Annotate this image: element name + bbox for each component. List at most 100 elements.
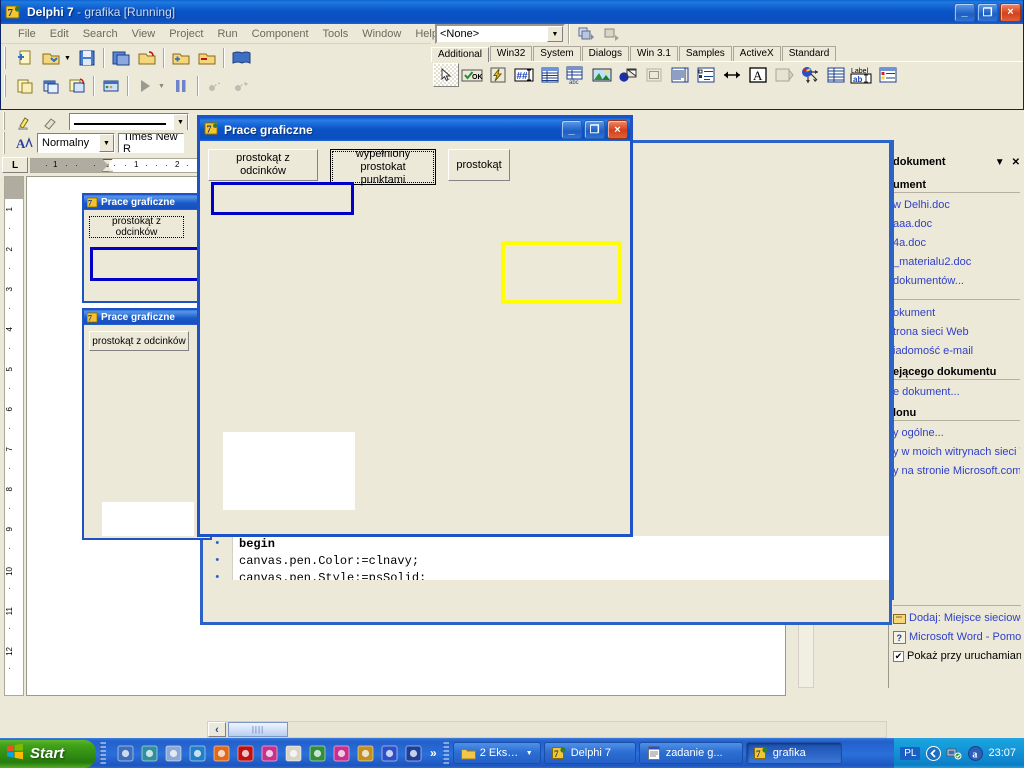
menu-item-project[interactable]: Project: [162, 26, 210, 42]
ie-shortcut-icon[interactable]: [115, 743, 135, 763]
task-pane-bottom-item[interactable]: ? Microsoft Word - Pomoc: [893, 628, 1021, 647]
task-pane-existing-link[interactable]: e dokument...: [893, 383, 1020, 402]
books-icon[interactable]: [307, 743, 327, 763]
task-pane-new-link[interactable]: okument: [893, 304, 1020, 323]
step-icon[interactable]: [229, 75, 253, 98]
internet-explorer-icon[interactable]: [187, 743, 207, 763]
main-window-titlebar[interactable]: 7 Prace graficzne _ ❐ ×: [200, 118, 630, 141]
menu-item-component[interactable]: Component: [245, 26, 316, 42]
floppy-icon[interactable]: [283, 743, 303, 763]
removefile-icon[interactable]: [195, 47, 219, 70]
labelededit-icon[interactable]: Label ab: [849, 63, 875, 87]
colorbox-icon[interactable]: [875, 63, 901, 87]
task-pane-new-link[interactable]: iadomość e-mail: [893, 342, 1020, 361]
image-icon[interactable]: [589, 63, 615, 87]
palette-tab-dialogs[interactable]: Dialogs: [581, 46, 629, 61]
media-player-icon[interactable]: [379, 743, 399, 763]
task-pane-template-link[interactable]: y na stronie Microsoft.com: [893, 462, 1020, 481]
bevel-icon[interactable]: [641, 63, 667, 87]
trace-icon[interactable]: [203, 75, 227, 98]
controlbar-icon[interactable]: [771, 63, 797, 87]
winzip-icon[interactable]: [355, 743, 375, 763]
palette-tab-samples[interactable]: Samples: [678, 46, 732, 61]
pointer-icon[interactable]: [433, 62, 459, 87]
prace-graficzne-window-2[interactable]: 7 Prace graficzne prostokąt z odcinków: [82, 308, 212, 540]
chevron-down-icon[interactable]: ▼: [526, 750, 533, 757]
toolbar-grip[interactable]: [3, 132, 8, 154]
task-pane-bottom-item[interactable]: Dodaj: Miejsce sieciowe...: [893, 609, 1021, 628]
styles-and-formatting-icon[interactable]: A: [12, 132, 36, 155]
task-pane-recent-file-link[interactable]: _materialu2.doc: [893, 253, 1020, 272]
minimize-button[interactable]: _: [954, 2, 975, 22]
scroll-left-icon[interactable]: ‹: [208, 722, 226, 737]
menu-item-view[interactable]: View: [125, 26, 163, 42]
menu-item-file[interactable]: File: [11, 26, 43, 42]
toolbar-grip[interactable]: [4, 47, 9, 69]
style-combo[interactable]: Normalny ▼: [37, 133, 115, 153]
chevron-down-icon[interactable]: ▼: [173, 113, 188, 132]
tab-stop-selector[interactable]: L: [2, 157, 28, 173]
window-titlebar[interactable]: 7 Prace graficzne: [84, 195, 210, 210]
menu-item-run[interactable]: Run: [210, 26, 244, 42]
splitter-icon[interactable]: [719, 63, 745, 87]
order-icon[interactable]: [600, 23, 624, 46]
language-indicator[interactable]: PL: [900, 746, 921, 760]
checkbox-icon[interactable]: ✔: [893, 651, 904, 662]
palette-tab-activex[interactable]: ActiveX: [732, 46, 781, 61]
task-pane-template-link[interactable]: y w moich witrynach sieci W: [893, 443, 1020, 462]
chevron-down-icon[interactable]: ▼: [995, 157, 1005, 168]
winamp-icon[interactable]: [259, 743, 279, 763]
addfile-icon[interactable]: [169, 47, 193, 70]
prace-graficzne-window-1[interactable]: 7 Prace graficzne prostokąt z odcinków: [82, 193, 212, 303]
scrollbar-thumb[interactable]: ||||: [228, 722, 288, 737]
openproject-icon[interactable]: [135, 47, 159, 70]
menu-item-window[interactable]: Window: [355, 26, 408, 42]
task-pane-template-link[interactable]: y ogólne...: [893, 424, 1020, 443]
taskbar-item-grafika[interactable]: 7 grafika: [745, 742, 842, 764]
start-button[interactable]: Start: [0, 739, 96, 768]
chevron-down-icon[interactable]: ▼: [547, 26, 563, 42]
viewform-icon[interactable]: [39, 75, 63, 98]
paint-shop-icon[interactable]: [331, 743, 351, 763]
chevron-down-icon[interactable]: ▼: [64, 55, 71, 62]
firefox-icon[interactable]: [211, 743, 231, 763]
toolbar-grip[interactable]: [4, 75, 9, 97]
close-button[interactable]: ×: [607, 120, 628, 139]
palette-tab-standard[interactable]: Standard: [781, 46, 837, 61]
close-icon[interactable]: ✕: [1012, 157, 1020, 168]
ide-titlebar[interactable]: 7 Delphi 7 - grafika [Running] _ ❐ ×: [1, 0, 1023, 24]
acrobat-reader-icon[interactable]: [235, 743, 255, 763]
menu-item-search[interactable]: Search: [76, 26, 125, 42]
vertical-ruler[interactable]: 1 · 2 · 3 · 4 · 5 · 6 · 7 · 8 · 9 · 10 · 11 · 12 ·: [4, 176, 24, 696]
maskedit-icon[interactable]: ##: [511, 63, 537, 87]
toggleform-icon[interactable]: [65, 75, 89, 98]
code-text-area[interactable]: begin canvas.pen.Color:=clnavy; canvas.pen…: [205, 536, 889, 580]
show-hidden-icon[interactable]: [925, 745, 941, 761]
help-icon[interactable]: [229, 47, 253, 70]
checklistbox-icon[interactable]: [693, 63, 719, 87]
task-pane-recent-file-link[interactable]: aaa.doc: [893, 215, 1020, 234]
palette-tab-win32[interactable]: Win32: [489, 46, 533, 61]
prace-graficzne-main-window[interactable]: 7 Prace graficzne _ ❐ × prostokąt z odci…: [197, 115, 633, 537]
word-icon[interactable]: [403, 743, 423, 763]
staticText-icon[interactable]: A: [745, 63, 771, 87]
taskbar-item-zadanie-g[interactable]: zadanie g...: [638, 742, 743, 764]
task-pane-recent-file-link[interactable]: 4a.doc: [893, 234, 1020, 253]
show-at-startup-row[interactable]: ✔ Pokaż przy uruchamianiu: [893, 647, 1021, 666]
maximize-button[interactable]: ❐: [977, 2, 998, 22]
shape-icon[interactable]: [615, 63, 641, 87]
new-icon[interactable]: [13, 47, 37, 70]
window-titlebar[interactable]: 7 Prace graficzne: [84, 310, 210, 325]
pause-icon[interactable]: [169, 75, 193, 98]
save-icon[interactable]: [75, 47, 99, 70]
palette-tab-additional[interactable]: Additional: [431, 47, 489, 62]
task-pane-new-link[interactable]: trona sieci Web: [893, 323, 1020, 342]
taskbar-item-2-eksplo[interactable]: 2 Eksplo... ▼: [452, 742, 541, 764]
chevron-down-icon[interactable]: ▼: [158, 83, 165, 90]
font-combo[interactable]: Times New R: [118, 133, 184, 153]
task-pane-recent-file-link[interactable]: w Delhi.doc: [893, 196, 1020, 215]
taskbar-clock[interactable]: 23:07: [988, 747, 1016, 759]
newform-icon[interactable]: [99, 75, 123, 98]
network-icon[interactable]: [946, 745, 962, 761]
stringgrid-icon[interactable]: [537, 63, 563, 87]
